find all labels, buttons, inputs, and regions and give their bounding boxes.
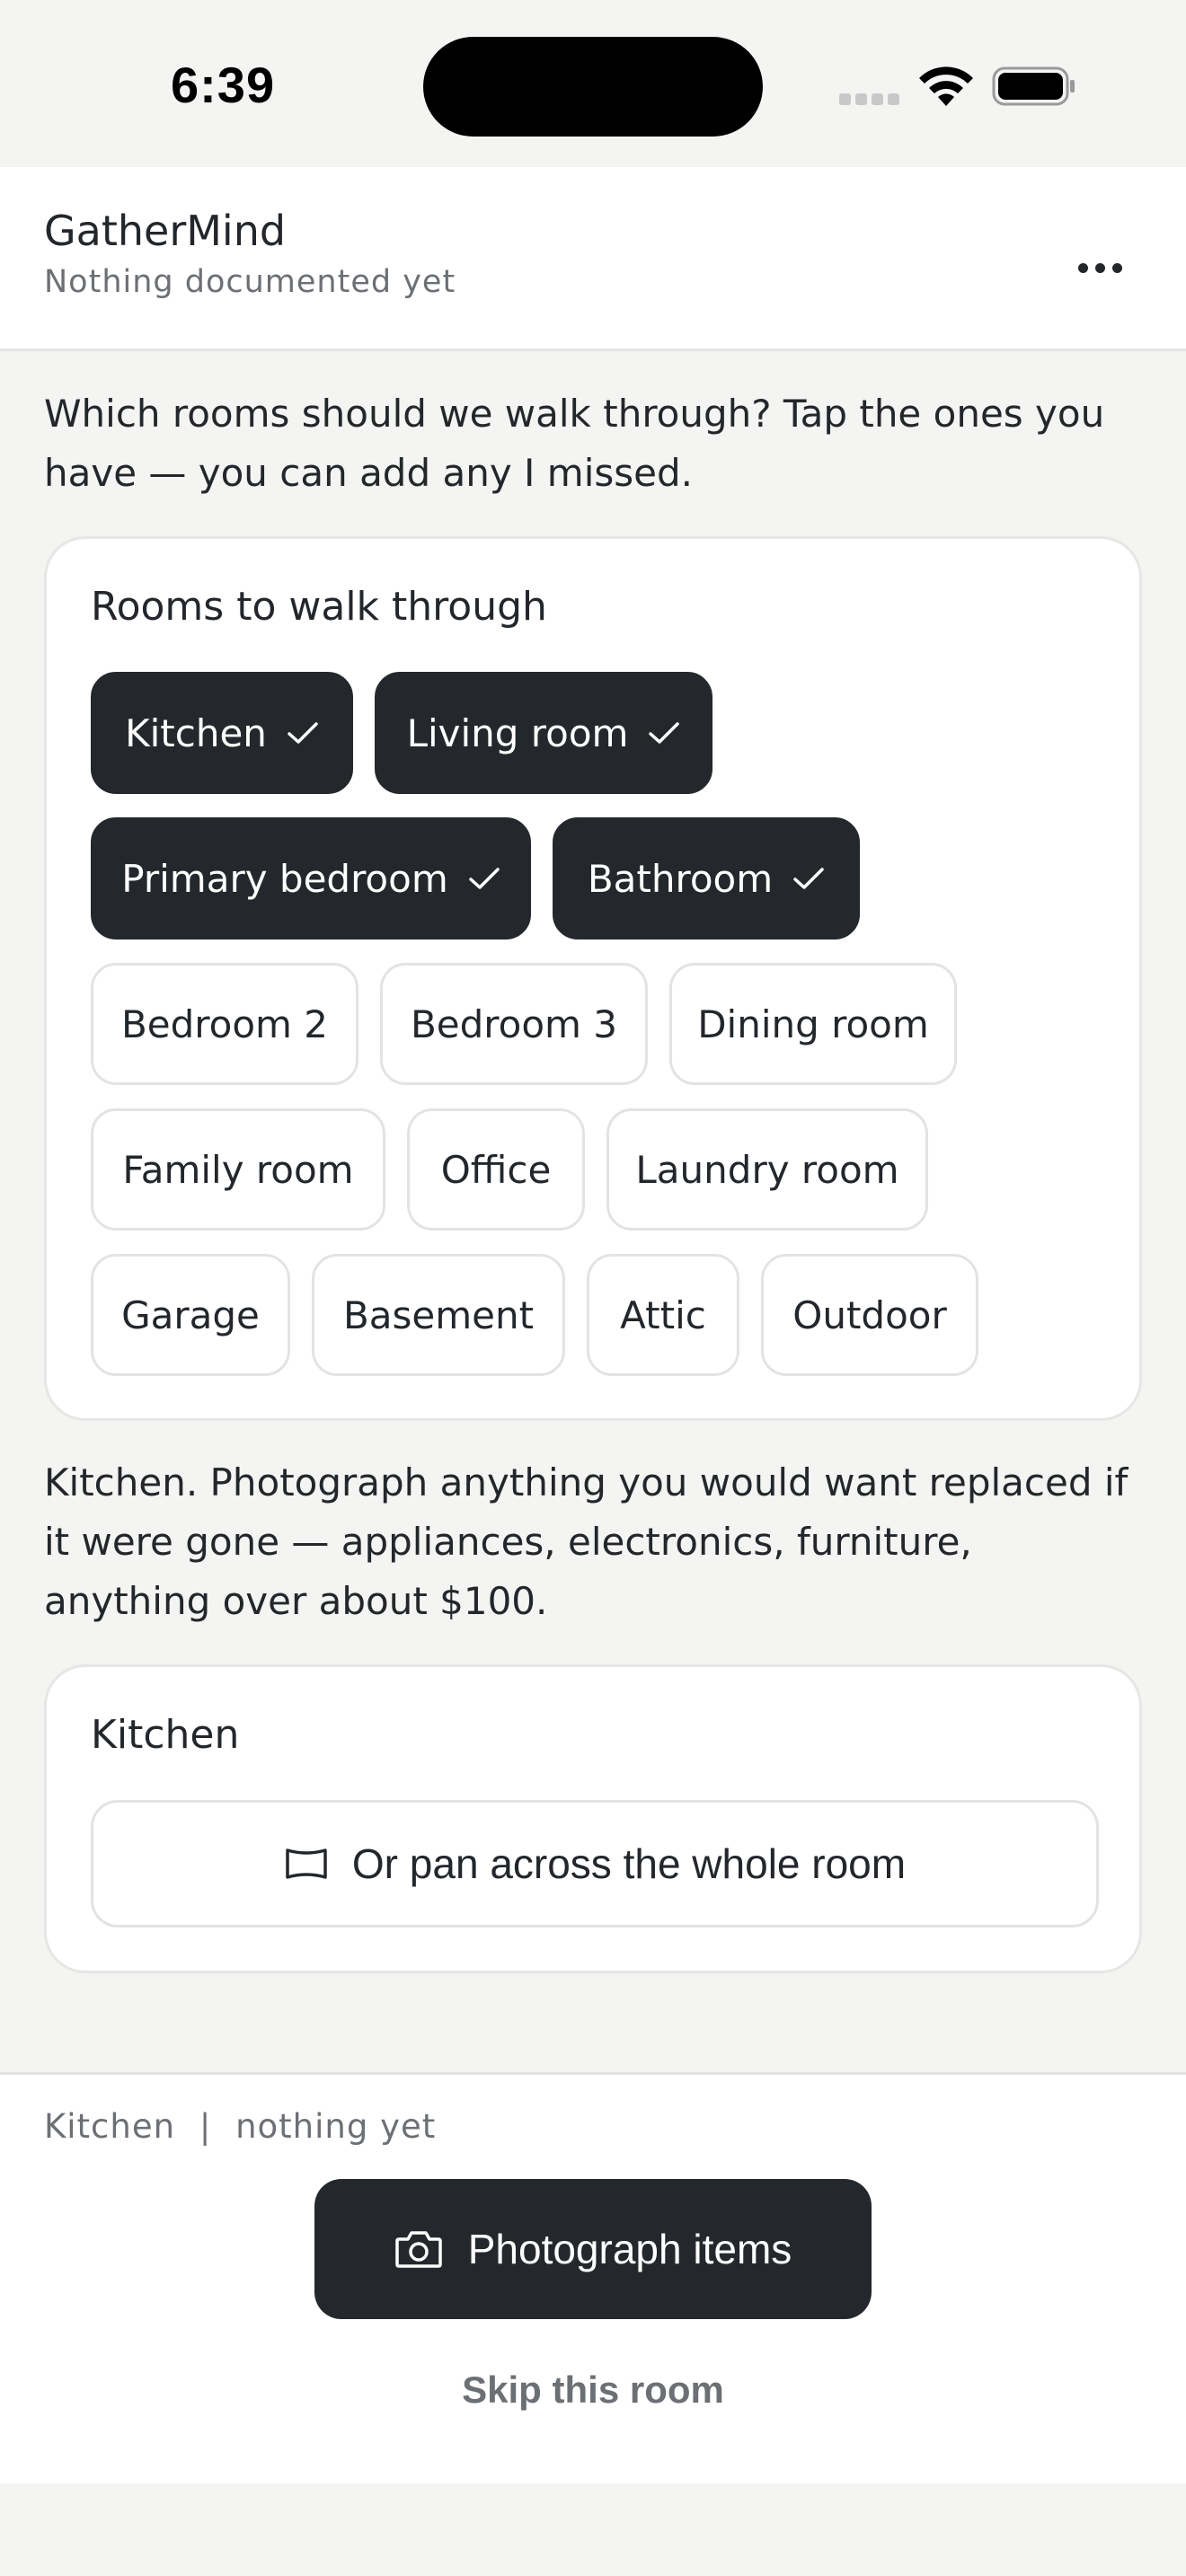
wifi-icon xyxy=(919,66,973,106)
more-options-button[interactable] xyxy=(1057,230,1143,305)
checkmark-icon xyxy=(793,868,824,889)
room-chip-label: Office xyxy=(440,1147,552,1192)
room-chip-primary-bedroom[interactable]: Primary bedroom xyxy=(91,817,531,940)
room-chip-label: Attic xyxy=(620,1292,706,1337)
pan-room-button-label: Or pan across the whole room xyxy=(351,1840,907,1887)
room-capture-title: Kitchen xyxy=(91,1712,240,1758)
app-title: GatherMind xyxy=(44,207,287,255)
dynamic-island xyxy=(423,37,763,137)
room-chip-bedroom-2[interactable]: Bedroom 2 xyxy=(91,963,358,1085)
room-chip-label: Outdoor xyxy=(792,1292,947,1337)
current-room-label: Kitchen xyxy=(44,2107,176,2146)
room-chip-family-room[interactable]: Family room xyxy=(91,1108,385,1231)
camera-icon xyxy=(394,2231,442,2268)
room-chip-label: Basement xyxy=(342,1292,535,1337)
room-chip-outdoor[interactable]: Outdoor xyxy=(761,1254,978,1376)
room-chip-label: Bathroom xyxy=(587,856,774,901)
room-chip-dining-room[interactable]: Dining room xyxy=(669,963,957,1085)
room-chip-label: Garage xyxy=(121,1292,260,1337)
room-chip-living-room[interactable]: Living room xyxy=(375,672,712,794)
item-count-status: nothing yet xyxy=(235,2107,437,2146)
room-chip-bathroom[interactable]: Bathroom xyxy=(553,817,860,940)
room-chip-label: Laundry room xyxy=(635,1147,899,1192)
room-chip-office[interactable]: Office xyxy=(407,1108,585,1231)
room-chip-attic[interactable]: Attic xyxy=(587,1254,739,1376)
room-chip-basement[interactable]: Basement xyxy=(312,1254,565,1376)
room-progress: Kitchen | nothing yet xyxy=(44,2107,436,2146)
pan-room-button[interactable]: Or pan across the whole room xyxy=(91,1800,1099,1928)
room-chip-label: Primary bedroom xyxy=(121,856,448,901)
capture-footer: Kitchen | nothing yet Photograph items S… xyxy=(0,2072,1186,2483)
room-chip-label: Family room xyxy=(122,1147,354,1192)
photograph-items-label: Photograph items xyxy=(467,2226,792,2272)
room-instruction: Kitchen. Photograph anything you would w… xyxy=(44,1460,1128,1623)
rooms-prompt: Which rooms should we walk through? Tap … xyxy=(44,392,1105,495)
room-chip-laundry-room[interactable]: Laundry room xyxy=(606,1108,928,1231)
documentation-status: Nothing documented yet xyxy=(44,264,456,300)
status-time: 6:39 xyxy=(171,57,276,113)
room-chip-bedroom-3[interactable]: Bedroom 3 xyxy=(380,963,648,1085)
status-bar: 6:39 xyxy=(0,0,1186,167)
photograph-items-button[interactable]: Photograph items xyxy=(314,2179,872,2319)
room-chip-label: Kitchen xyxy=(125,710,267,755)
skip-room-button[interactable]: Skip this room xyxy=(413,2359,773,2422)
panorama-icon xyxy=(286,1848,327,1879)
room-capture-card: Kitchen Or pan across the whole room xyxy=(44,1664,1142,1973)
progress-separator: | xyxy=(199,2107,212,2146)
room-chip-label: Bedroom 3 xyxy=(410,1001,618,1046)
room-chip-label: Dining room xyxy=(697,1001,929,1046)
room-chip-label: Bedroom 2 xyxy=(120,1001,329,1046)
checkmark-icon xyxy=(468,868,500,889)
app-header: GatherMind Nothing documented yet xyxy=(0,167,1186,351)
checkmark-icon xyxy=(649,722,680,744)
room-picker-card: Rooms to walk through Kitchen Living roo… xyxy=(44,536,1142,1421)
checkmark-icon xyxy=(288,722,318,744)
battery-icon xyxy=(992,66,1075,106)
room-chip-kitchen[interactable]: Kitchen xyxy=(91,672,353,794)
room-picker-title: Rooms to walk through xyxy=(91,584,547,630)
cellular-signal-icon xyxy=(839,92,904,109)
more-horizontal-icon xyxy=(1077,262,1088,273)
room-chip-label: Living room xyxy=(406,710,629,755)
room-chip-garage[interactable]: Garage xyxy=(91,1254,290,1376)
